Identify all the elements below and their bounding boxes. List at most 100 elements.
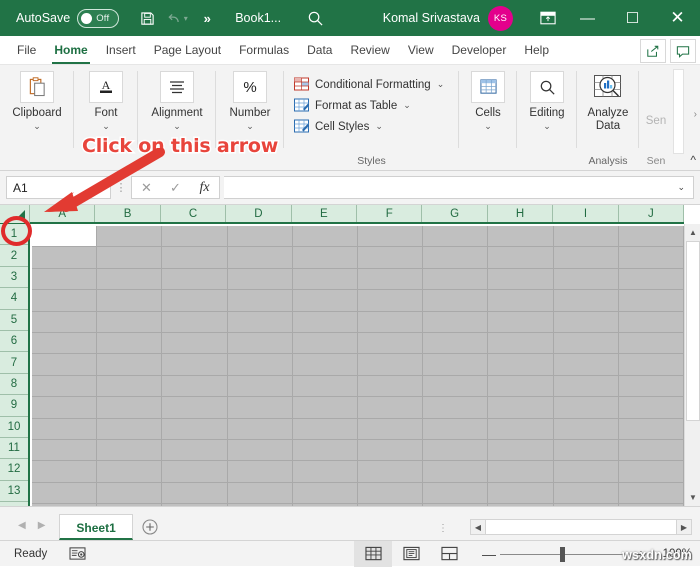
cell-e8[interactable] — [292, 375, 359, 398]
add-sheet-button[interactable] — [133, 514, 167, 540]
cell-i6[interactable] — [553, 332, 619, 355]
cell-a4[interactable] — [32, 290, 98, 312]
comments-icon[interactable] — [670, 39, 696, 63]
maximize-button[interactable]: ☐ — [610, 0, 655, 36]
cell-b4[interactable] — [97, 290, 163, 312]
page-layout-view-button[interactable] — [392, 541, 430, 567]
cell-c1[interactable] — [162, 226, 228, 248]
cell-area[interactable] — [32, 226, 685, 506]
column-header-f[interactable]: F — [357, 205, 423, 222]
cell-a8[interactable] — [32, 375, 98, 398]
cell-j12[interactable] — [618, 461, 685, 483]
expand-formula-bar-icon[interactable]: ⌄ — [677, 182, 685, 193]
cell-d5[interactable] — [227, 311, 293, 333]
alignment-caret-icon[interactable]: ⌄ — [173, 121, 181, 132]
cell-g8[interactable] — [423, 375, 489, 398]
cell-c10[interactable] — [162, 418, 228, 440]
clipboard-button[interactable]: Clipboard ⌄ — [0, 71, 74, 132]
cell-g9[interactable] — [423, 397, 489, 419]
cell-e6[interactable] — [292, 332, 359, 355]
scroll-up-button[interactable]: ▲ — [685, 224, 700, 241]
horizontal-scrollbar[interactable]: ◀ ▶ — [470, 519, 692, 535]
prev-sheet-button[interactable]: ◀ — [18, 520, 26, 531]
autosave-toggle[interactable]: Off — [77, 8, 120, 28]
cell-b6[interactable] — [97, 332, 163, 355]
zoom-slider-thumb[interactable] — [560, 546, 565, 562]
cell-h3[interactable] — [488, 268, 554, 291]
row-header-5[interactable]: 5 — [0, 310, 28, 331]
tab-data[interactable]: Data — [298, 37, 341, 64]
tab-page-layout[interactable]: Page Layout — [145, 37, 230, 64]
cell-g3[interactable] — [423, 268, 489, 291]
cell-b10[interactable] — [97, 418, 163, 440]
cell-f8[interactable] — [358, 375, 424, 398]
tab-insert[interactable]: Insert — [97, 37, 145, 64]
cell-j1[interactable] — [618, 226, 685, 248]
cell-a6[interactable] — [32, 332, 98, 355]
cell-j2[interactable] — [618, 247, 685, 269]
cell-g11[interactable] — [423, 439, 489, 462]
cell-i11[interactable] — [553, 439, 619, 462]
cell-d9[interactable] — [227, 397, 293, 419]
cell-f3[interactable] — [358, 268, 424, 291]
row-header-3[interactable]: 3 — [0, 267, 28, 289]
row-header-9[interactable]: 9 — [0, 395, 28, 417]
cell-g13[interactable] — [423, 482, 489, 505]
cell-h11[interactable] — [488, 439, 554, 462]
cells-caret-icon[interactable]: ⌄ — [484, 121, 492, 132]
column-header-g[interactable]: G — [422, 205, 488, 222]
cell-a13[interactable] — [32, 482, 98, 505]
row-header-4[interactable]: 4 — [0, 288, 28, 310]
cell-h1[interactable] — [488, 226, 554, 248]
scroll-down-button[interactable]: ▼ — [685, 489, 700, 506]
cell-j5[interactable] — [618, 311, 685, 333]
page-break-view-button[interactable] — [430, 541, 468, 567]
cell-f13[interactable] — [358, 482, 424, 505]
cell-i7[interactable] — [553, 354, 619, 376]
cell-d4[interactable] — [227, 290, 293, 312]
cell-c2[interactable] — [162, 247, 228, 269]
cell-b7[interactable] — [97, 354, 163, 376]
cell-j3[interactable] — [618, 268, 685, 291]
cell-d2[interactable] — [227, 247, 293, 269]
cell-h4[interactable] — [488, 290, 554, 312]
formula-input[interactable]: ⌄ — [224, 176, 694, 199]
chevron-down-icon[interactable]: ⌄ — [403, 100, 411, 111]
number-button[interactable]: % Number ⌄ — [216, 71, 284, 132]
vertical-scrollbar[interactable]: ▲ ▼ — [684, 224, 700, 506]
cell-f1[interactable] — [358, 226, 424, 248]
cell-styles-button[interactable]: Cell Styles ⌄ — [294, 116, 383, 137]
cell-d7[interactable] — [227, 354, 293, 376]
cell-a1[interactable] — [32, 226, 98, 248]
cell-c11[interactable] — [162, 439, 228, 462]
editing-caret-icon[interactable]: ⌄ — [543, 121, 551, 132]
sheet-tab-sheet1[interactable]: Sheet1 — [59, 514, 133, 540]
close-button[interactable]: ✕ — [655, 0, 700, 36]
cell-a9[interactable] — [32, 397, 98, 419]
cell-f10[interactable] — [358, 418, 424, 440]
cell-g5[interactable] — [423, 311, 489, 333]
cell-e4[interactable] — [292, 290, 359, 312]
workbook-name[interactable]: Book1... — [235, 11, 281, 25]
cell-b2[interactable] — [97, 247, 163, 269]
font-caret-icon[interactable]: ⌄ — [102, 121, 110, 132]
cell-g6[interactable] — [423, 332, 489, 355]
cell-f5[interactable] — [358, 311, 424, 333]
scroll-left-button[interactable]: ◀ — [470, 519, 486, 535]
cell-f12[interactable] — [358, 461, 424, 483]
cell-d11[interactable] — [227, 439, 293, 462]
vertical-scroll-thumb[interactable] — [686, 241, 700, 421]
conditional-formatting-button[interactable]: Conditional Formatting ⌄ — [294, 74, 444, 95]
user-name[interactable]: Komal Srivastava — [383, 11, 480, 25]
confirm-check-icon[interactable]: ✓ — [161, 177, 190, 198]
cell-h9[interactable] — [488, 397, 554, 419]
cell-j6[interactable] — [618, 332, 685, 355]
cell-e7[interactable] — [292, 354, 359, 376]
share-icon[interactable] — [640, 39, 666, 63]
cell-i2[interactable] — [553, 247, 619, 269]
cell-a5[interactable] — [32, 311, 98, 333]
cell-i3[interactable] — [553, 268, 619, 291]
cell-i9[interactable] — [553, 397, 619, 419]
cell-i5[interactable] — [553, 311, 619, 333]
cell-h5[interactable] — [488, 311, 554, 333]
